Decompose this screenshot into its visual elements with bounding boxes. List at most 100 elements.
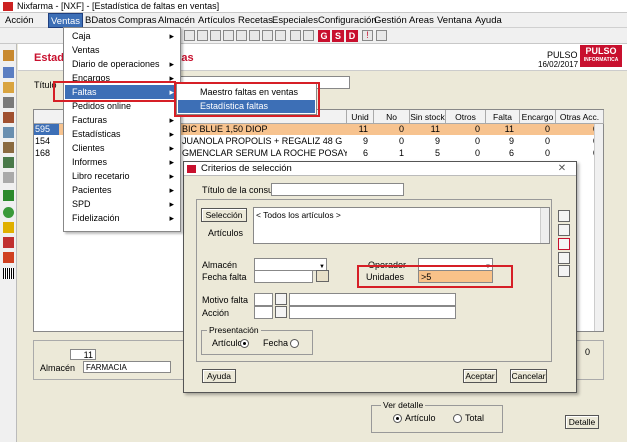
menu-areas[interactable]: Areas (407, 13, 436, 28)
new-icon[interactable] (184, 30, 195, 41)
ayuda-button[interactable]: Ayuda (202, 369, 236, 383)
almacen-field[interactable]: FARMACIA (83, 361, 171, 373)
menu-item-ventas[interactable]: Ventas (65, 43, 180, 57)
grid-scrollbar[interactable] (594, 124, 603, 331)
toolbar-s-button[interactable]: S (332, 30, 344, 42)
menu-item-facturas[interactable]: Facturas ▸ (65, 113, 180, 127)
save-icon[interactable] (210, 30, 221, 41)
detalle-button[interactable]: Detalle (565, 415, 599, 429)
lookup-icon[interactable] (275, 306, 287, 318)
menu-item-informes[interactable]: Informes ▸ (65, 155, 180, 169)
grid-header-encargo[interactable]: Encargo (520, 110, 556, 124)
accion-desc-input[interactable] (289, 306, 456, 319)
menu-ventas[interactable]: Ventas (48, 13, 84, 28)
menu-item-label: Diario de operaciones (72, 59, 160, 69)
titulo-consulta-input[interactable] (271, 183, 404, 196)
menu-bdatos[interactable]: BDatos (83, 13, 118, 28)
menu-configuracion[interactable]: Configuración (316, 13, 379, 28)
barcode-icon[interactable] (3, 268, 14, 279)
ver-total-radio[interactable] (453, 414, 462, 423)
pres-fecha-radio[interactable] (290, 339, 299, 348)
seleccion-button[interactable]: Selección (201, 208, 247, 222)
menu-item-spd[interactable]: SPD ▸ (65, 197, 180, 211)
fecha-falta-input[interactable] (254, 270, 313, 283)
copy-icon[interactable] (249, 30, 260, 41)
menu-almacen[interactable]: Almacén (156, 13, 197, 28)
app-icon (3, 2, 13, 11)
paste-icon[interactable] (262, 30, 273, 41)
chevron-right-icon: ▸ (169, 213, 174, 223)
warning-icon[interactable] (3, 222, 14, 233)
menu-item-pacientes[interactable]: Pacientes ▸ (65, 183, 180, 197)
plus-cross-icon[interactable] (3, 190, 14, 201)
ver-detalle-label: Ver detalle (381, 400, 426, 410)
aceptar-button[interactable]: Aceptar (463, 369, 497, 383)
accion-code-input[interactable] (254, 306, 273, 319)
tools-icon[interactable] (3, 127, 14, 138)
export-icon[interactable] (558, 265, 570, 277)
stop-icon[interactable] (3, 237, 14, 248)
print-icon[interactable] (223, 30, 234, 41)
print-icon[interactable] (558, 252, 570, 264)
menu-item-caja[interactable]: Caja ▸ (65, 29, 180, 43)
grid-header-unid[interactable]: Unid (347, 110, 374, 124)
cell-unid: 11 (358, 124, 368, 134)
menu-ventana[interactable]: Ventana (435, 13, 474, 28)
menu-item-label: SPD (72, 199, 91, 209)
articulos-scrollbar[interactable] (540, 208, 549, 243)
ver-articulo-radio[interactable] (393, 414, 402, 423)
menu-accion[interactable]: Acción (3, 13, 36, 28)
save-icon[interactable] (558, 210, 570, 222)
alert-icon[interactable]: ! (362, 30, 373, 41)
grid-header-otras-acc[interactable]: Otras Acc. (556, 110, 604, 124)
flag-icon[interactable] (3, 252, 14, 263)
motivo-code-input[interactable] (254, 293, 273, 306)
box-icon[interactable] (3, 142, 14, 153)
grid-header-no-existe[interactable]: No existe (374, 110, 410, 136)
toolbar-d-button[interactable]: D (346, 30, 358, 42)
phone-icon[interactable] (3, 157, 14, 168)
pres-articulo-radio[interactable] (240, 339, 249, 348)
exit-icon[interactable] (290, 30, 301, 41)
document-icon[interactable] (3, 112, 14, 123)
delete-icon[interactable] (558, 224, 570, 236)
menu-item-fidelizacion[interactable]: Fidelización ▸ (65, 211, 180, 225)
grid-header-otros-mot[interactable]: Otros mot. (446, 110, 486, 136)
menu-item-estadisticas[interactable]: Estadísticas ▸ (65, 127, 180, 141)
help-icon[interactable] (376, 30, 387, 41)
grid-header-sin-stock[interactable]: Sin stock (410, 110, 446, 124)
motivo-desc-input[interactable] (289, 293, 456, 306)
home-icon[interactable] (3, 50, 14, 61)
lookup-icon[interactable] (275, 293, 287, 305)
cell-no-existe: 0 (398, 136, 404, 146)
cell-encargo: 0 (544, 124, 550, 134)
cart-icon[interactable] (3, 97, 14, 108)
refresh-icon[interactable] (3, 207, 14, 218)
row-name: JUANOLA PROPOLIS + REGALIZ 48 G (182, 136, 343, 146)
cancelar-button[interactable]: Cancelar (510, 369, 547, 383)
menu-ayuda[interactable]: Ayuda (473, 13, 504, 28)
search-icon[interactable] (236, 30, 247, 41)
calendar-icon[interactable] (303, 30, 314, 41)
folder-icon[interactable] (3, 172, 14, 183)
clear-icon[interactable] (558, 238, 570, 250)
articulos-list[interactable]: < Todos los artículos > (253, 207, 550, 244)
close-icon[interactable]: ✕ (554, 163, 570, 174)
fecha-falta-label: Fecha falta (202, 272, 247, 282)
menu-item-libro-recetario[interactable]: Libro recetario ▸ (65, 169, 180, 183)
menu-articulos[interactable]: Artículos (196, 13, 237, 28)
menu-especiales[interactable]: Especiales (270, 13, 320, 28)
row-name: BIC BLUE 1,50 DIOP (182, 124, 268, 134)
calendar-icon[interactable] (316, 270, 329, 282)
undo-icon[interactable] (275, 30, 286, 41)
menu-item-clientes[interactable]: Clientes ▸ (65, 141, 180, 155)
window-titlebar: Nixfarma - [NXF] - [Estadística de falta… (0, 0, 627, 13)
menu-gestion[interactable]: Gestión (372, 13, 409, 28)
toolbar-g-button[interactable]: G (318, 30, 330, 42)
menu-compras[interactable]: Compras (116, 13, 159, 28)
user-icon[interactable] (3, 82, 14, 93)
users-icon[interactable] (3, 67, 14, 78)
grid-header-falta[interactable]: Falta (486, 110, 520, 124)
menu-item-diario[interactable]: Diario de operaciones ▸ (65, 57, 180, 71)
open-icon[interactable] (197, 30, 208, 41)
